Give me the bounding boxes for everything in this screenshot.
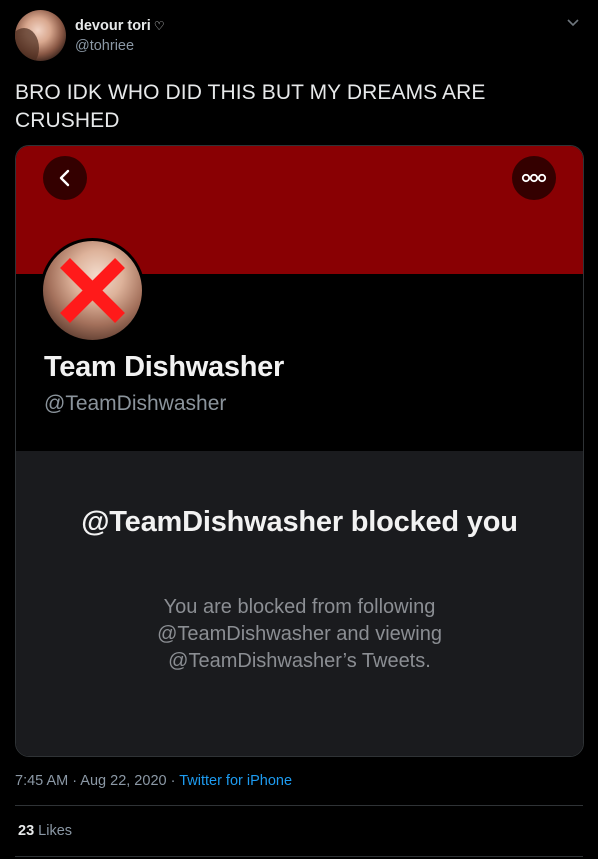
profile-picture xyxy=(40,238,145,343)
back-button[interactable] xyxy=(43,156,87,200)
divider xyxy=(15,805,583,806)
author-handle[interactable]: @tohriee xyxy=(75,38,134,54)
tweet-metadata: 7:45 AM · Aug 22, 2020 · Twitter for iPh… xyxy=(15,773,293,789)
blocked-description: You are blocked from following @TeamDish… xyxy=(157,596,442,672)
tweet-header: devour tori ♡ @tohriee xyxy=(15,10,583,62)
tweet-text: BRO IDK WHO DID THIS BUT MY DREAMS ARE C… xyxy=(15,81,486,132)
author-name-text: devour tori xyxy=(75,18,151,34)
likes-count[interactable]: 23 Likes xyxy=(18,823,72,839)
back-arrow-icon xyxy=(59,169,70,187)
tweet-media-screenshot[interactable]: Team Dishwasher @TeamDishwasher @TeamDis… xyxy=(15,145,584,757)
red-x-icon xyxy=(60,258,125,323)
likes-label: Likes xyxy=(38,823,73,839)
tweet-source-link[interactable]: Twitter for iPhone xyxy=(179,773,292,789)
likes-number: 23 xyxy=(18,823,35,839)
author-name[interactable]: devour tori ♡ xyxy=(75,18,165,34)
tweet-time[interactable]: 7:45 AM xyxy=(15,773,68,789)
divider xyxy=(15,856,583,857)
more-options-icon xyxy=(521,173,547,183)
profile-display-name: Team Dishwasher xyxy=(44,351,284,383)
blocked-title: @TeamDishwasher blocked you xyxy=(81,506,518,538)
profile-handle: @TeamDishwasher xyxy=(44,392,227,415)
heart-icon: ♡ xyxy=(153,19,165,33)
more-options-button[interactable] xyxy=(512,156,556,200)
author-avatar[interactable] xyxy=(15,10,66,61)
blocked-notice: @TeamDishwasher blocked you You are bloc… xyxy=(16,451,583,756)
tweet-date[interactable]: Aug 22, 2020 xyxy=(80,773,166,789)
chevron-down-icon[interactable] xyxy=(565,14,581,30)
